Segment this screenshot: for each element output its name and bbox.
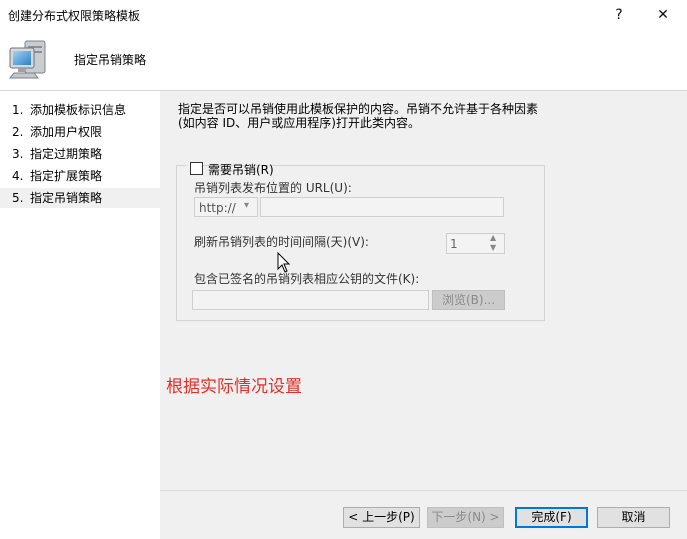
computer-icon bbox=[8, 40, 46, 79]
step-label: 添加用户权限 bbox=[30, 125, 103, 139]
refresh-interval-spinner[interactable]: 1 ▲ ▼ bbox=[446, 233, 505, 254]
refresh-interval-label: 刷新吊销列表的时间间隔(天)(V): bbox=[194, 235, 369, 249]
sidebar-item-expiration[interactable]: 3. 指定过期策略 bbox=[0, 144, 160, 164]
cancel-button[interactable]: 取消 bbox=[597, 507, 670, 528]
step-label: 指定吊销策略 bbox=[30, 191, 103, 205]
step-number: 2. bbox=[12, 125, 24, 139]
sidebar-item-revocation[interactable]: 5. 指定吊销策略 bbox=[0, 188, 160, 208]
help-button[interactable]: ? bbox=[604, 3, 634, 27]
spin-up-icon[interactable]: ▲ bbox=[490, 233, 496, 242]
step-number: 5. bbox=[12, 191, 24, 205]
step-label: 指定扩展策略 bbox=[30, 169, 103, 183]
public-key-file-input[interactable] bbox=[192, 290, 429, 310]
spin-down-icon[interactable]: ▼ bbox=[490, 243, 496, 252]
wizard-steps-sidebar: 1. 添加模板标识信息 2. 添加用户权限 3. 指定过期策略 4. 指定扩展策… bbox=[0, 91, 160, 538]
url-label: 吊销列表发布位置的 URL(U): bbox=[194, 181, 352, 195]
sidebar-item-extended[interactable]: 4. 指定扩展策略 bbox=[0, 166, 160, 186]
description-line: (如内容 ID、用户或应用程序)打开此类内容。 bbox=[178, 116, 420, 130]
step-number: 3. bbox=[12, 147, 24, 161]
window-title: 创建分布式权限策略模板 bbox=[8, 9, 141, 23]
protocol-value: http:// bbox=[199, 201, 236, 215]
url-input[interactable] bbox=[260, 197, 504, 217]
sidebar-item-template-id[interactable]: 1. 添加模板标识信息 bbox=[0, 100, 160, 120]
title-bar: 创建分布式权限策略模板 ? ✕ bbox=[0, 0, 687, 30]
public-key-file-label: 包含已签名的吊销列表相应公钥的文件(K): bbox=[194, 272, 420, 286]
close-button[interactable]: ✕ bbox=[648, 3, 678, 27]
protocol-select[interactable]: http:// ▾ bbox=[194, 197, 258, 217]
description: 指定是否可以吊销使用此模板保护的内容。吊销不允许基于各种因素 (如内容 ID、用… bbox=[178, 102, 568, 130]
description-line: 指定是否可以吊销使用此模板保护的内容。吊销不允许基于各种因素 bbox=[178, 102, 539, 116]
chevron-down-icon: ▾ bbox=[244, 200, 250, 211]
wizard-header: 指定吊销策略 bbox=[0, 30, 687, 91]
sidebar-item-user-rights[interactable]: 2. 添加用户权限 bbox=[0, 122, 160, 142]
prev-button[interactable]: < 上一步(P) bbox=[343, 507, 420, 528]
step-label: 添加模板标识信息 bbox=[30, 103, 127, 117]
page-title: 指定吊销策略 bbox=[74, 53, 147, 67]
annotation-text: 根据实际情况设置 bbox=[166, 377, 302, 397]
refresh-interval-value: 1 bbox=[450, 237, 458, 251]
next-button[interactable]: 下一步(N) > bbox=[427, 507, 504, 528]
step-number: 1. bbox=[12, 103, 24, 117]
finish-button[interactable]: 完成(F) bbox=[515, 507, 588, 528]
step-number: 4. bbox=[12, 169, 24, 183]
step-label: 指定过期策略 bbox=[30, 147, 103, 161]
browse-button[interactable]: 浏览(B)... bbox=[432, 290, 505, 310]
